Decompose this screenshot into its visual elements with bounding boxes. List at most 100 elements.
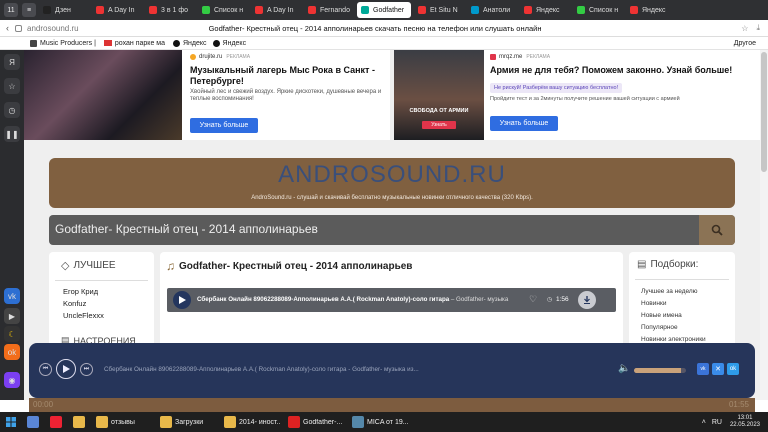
best-list-item[interactable]: Егор Крид xyxy=(63,286,104,298)
bookmark-item[interactable]: рохан парке ма xyxy=(103,40,165,47)
play-icon xyxy=(179,296,186,304)
star-icon[interactable]: ☆ xyxy=(4,78,20,94)
tab-label: Анатоли xyxy=(483,6,511,14)
bookmark-item[interactable]: Яндекс xyxy=(172,39,207,47)
clock-icon[interactable]: ◷ xyxy=(4,102,20,118)
tray-time[interactable]: 13:01 xyxy=(737,415,752,422)
folder-icon xyxy=(103,40,112,46)
best-list-item[interactable]: Konfuz xyxy=(63,298,104,310)
diamond-icon: ◇ xyxy=(61,260,70,272)
bookmark-item[interactable]: Яндекс xyxy=(212,39,246,47)
tab-7[interactable]: Et Situ N xyxy=(414,2,464,18)
share-vk-button[interactable]: vk xyxy=(697,363,709,375)
ad-left-title[interactable]: Музыкальный лагерь Мыс Рока в Санкт - Пе… xyxy=(190,65,386,87)
taskbar-explorer-icon[interactable] xyxy=(70,413,91,431)
tab-9[interactable]: Яндекс xyxy=(520,2,570,18)
player-play-button[interactable] xyxy=(56,359,76,379)
search-bar: Godfather- Крестный отец - 2014 апполина… xyxy=(49,215,735,245)
tab-favicon-icon xyxy=(361,6,369,14)
taskbar-yandex-icon[interactable] xyxy=(47,413,68,431)
search-input[interactable]: Godfather- Крестный отец - 2014 апполина… xyxy=(55,222,318,236)
alice-icon[interactable]: ◉ xyxy=(4,372,20,388)
taskbar-item-label: 2014- иност... xyxy=(239,418,280,426)
tab-1[interactable]: A Day In xyxy=(92,2,142,18)
track-play-button[interactable] xyxy=(173,291,191,309)
taskbar-item[interactable]: отзывы xyxy=(93,413,155,431)
collection-list-item[interactable]: Лучшее за неделю xyxy=(641,286,706,298)
next-button[interactable]: ⏭ xyxy=(80,363,93,376)
ad-right-badge: Не рискуй! Разберём вашу ситуацию беспла… xyxy=(490,83,623,93)
taskbar-item[interactable]: MICA от 19... xyxy=(349,413,411,431)
ok-icon[interactable]: ok xyxy=(4,344,20,360)
back-icon[interactable]: ‹ xyxy=(6,23,9,33)
address-text[interactable]: androsound.ru xyxy=(27,24,79,33)
best-list-item[interactable]: UncleFlexxx xyxy=(63,310,104,322)
search-button[interactable] xyxy=(699,215,735,245)
lock-icon[interactable] xyxy=(15,24,22,32)
tab-11[interactable]: Яндекс xyxy=(626,2,676,18)
yandex-icon xyxy=(212,39,220,47)
moon-icon[interactable]: ☾ xyxy=(4,326,20,342)
other-bookmarks[interactable]: Другое xyxy=(734,40,756,47)
tab-6[interactable]: Godfather xyxy=(357,2,411,18)
collection-list-item[interactable]: Популярное xyxy=(641,322,706,334)
now-playing: Сбербанк Онлайн 89062288089-Апполинарьев… xyxy=(104,366,419,373)
browser-sidebar: Я ☆ ◷ ❚❚ vk ▶ ☾ ok ◉ xyxy=(0,50,24,400)
right-panel: ▤ Подборки: Лучшее за неделю Новинки Новые… xyxy=(629,252,735,347)
ad-source-icon xyxy=(490,54,496,60)
prev-button[interactable]: ⏮ xyxy=(39,363,52,376)
divider xyxy=(55,280,148,281)
tab-favicon-icon xyxy=(418,6,426,14)
share-ok-button[interactable]: ok xyxy=(727,363,739,375)
yandex-icon[interactable]: Я xyxy=(4,54,20,70)
app-icon xyxy=(288,416,300,428)
taskbar-item[interactable]: 2014- иност... xyxy=(221,413,283,431)
tab-5[interactable]: Fernando xyxy=(304,2,354,18)
ad-right[interactable]: СВОБОДА ОТ АРМИИ Узнать mrqz.me РЕКЛАМА … xyxy=(394,50,760,140)
tab-counter[interactable]: 11 xyxy=(4,3,18,17)
download-icon[interactable]: ⤓ xyxy=(756,23,760,33)
page-scrollbar[interactable] xyxy=(760,50,768,400)
heart-icon[interactable]: ♡ xyxy=(529,294,537,305)
player-progress-bar[interactable]: 00:00 01:55 xyxy=(29,398,755,412)
taskbar-item[interactable]: Загрузки xyxy=(157,413,219,431)
bookmark-icon[interactable]: ☆ xyxy=(741,24,748,33)
ad-right-title[interactable]: Армия не для тебя? Поможем законно. Узна… xyxy=(490,65,756,75)
menu-icon[interactable]: ≡ xyxy=(22,3,36,17)
tray-language[interactable]: RU xyxy=(712,419,722,426)
ad-right-button[interactable]: Узнать больше xyxy=(490,116,558,131)
tab-2[interactable]: 3 в 1 фо xyxy=(145,2,195,18)
tab-10[interactable]: Список н xyxy=(573,2,623,18)
ad-left[interactable]: drujite.ru РЕКЛАМА Музыкальный лагерь Мы… xyxy=(24,50,390,140)
taskbar-item[interactable]: Godfather-... xyxy=(285,413,347,431)
tray-date[interactable]: 22.05.2023 xyxy=(730,422,760,429)
tray-up-icon[interactable]: ˄ xyxy=(702,419,706,426)
vk-icon[interactable]: vk xyxy=(4,288,20,304)
track-download-button[interactable] xyxy=(578,291,596,309)
site-logo[interactable]: ANDROSOUND.RU xyxy=(49,161,735,189)
play-icon[interactable]: ▶ xyxy=(4,308,20,324)
next-icon: ⏭ xyxy=(83,366,90,372)
site-header: ANDROSOUND.RU AndroSound.ru - слушай и с… xyxy=(49,158,735,208)
volume-slider[interactable] xyxy=(634,368,686,373)
start-button[interactable] xyxy=(0,412,22,432)
collection-list-item[interactable]: Новые имена xyxy=(641,310,706,322)
volume-icon[interactable]: 🔈 xyxy=(618,363,630,374)
bookmark-item[interactable]: Music Producers | xyxy=(30,39,96,47)
tab-0[interactable]: Дзен xyxy=(39,2,89,18)
ad-right-label: РЕКЛАМА xyxy=(526,54,551,60)
share-x-button[interactable]: ✕ xyxy=(712,363,724,375)
pause-icon[interactable]: ❚❚ xyxy=(4,126,20,142)
tab-3[interactable]: Список н xyxy=(198,2,248,18)
ad-left-button[interactable]: Узнать больше xyxy=(190,118,258,133)
track-title[interactable]: Сбербанк Онлайн 89062288089-Апполинарьев… xyxy=(197,296,449,303)
ad-right-image-button[interactable]: Узнать xyxy=(422,121,456,129)
track-row[interactable]: Сбербанк Онлайн 89062288089-Апполинарьев… xyxy=(167,288,616,312)
scrollbar-thumb[interactable] xyxy=(761,52,767,172)
main-panel: ♫ Godfather- Крестный отец - 2014 апполи… xyxy=(160,252,623,347)
tab-4[interactable]: A Day In xyxy=(251,2,301,18)
tab-label: Яндекс xyxy=(536,6,560,14)
collection-list-item[interactable]: Новинки xyxy=(641,298,706,310)
taskbar-media-icon[interactable] xyxy=(24,413,45,431)
tab-8[interactable]: Анатоли xyxy=(467,2,517,18)
